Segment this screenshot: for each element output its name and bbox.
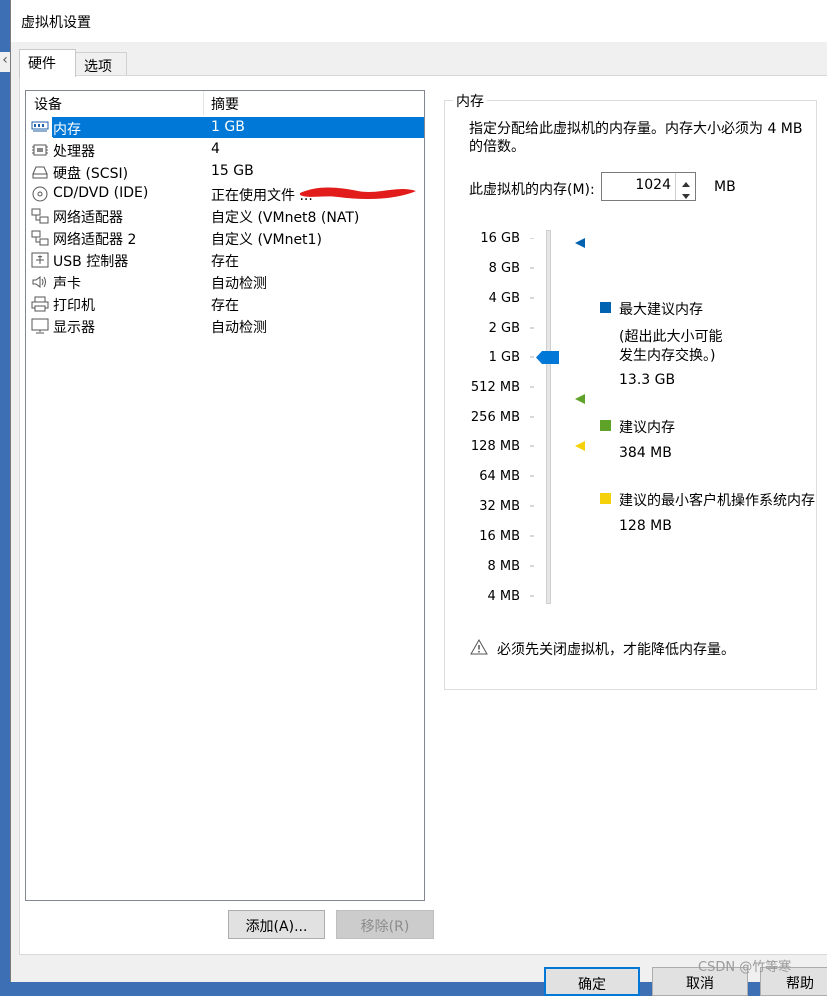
device-name: 打印机 (53, 298, 95, 314)
device-name: 显示器 (53, 320, 95, 336)
max-legend-swatch (600, 302, 611, 313)
stepper-up-icon[interactable] (681, 176, 691, 187)
scale-label: 512 MB (470, 380, 520, 395)
stepper-arrows[interactable] (675, 173, 695, 200)
device-name: CD/DVD (IDE) (53, 185, 149, 201)
device-name: 声卡 (53, 276, 81, 292)
printer-icon (31, 296, 49, 312)
memory-description-line2: 的倍数。 (469, 139, 525, 155)
scale-label: 4 MB (487, 589, 520, 604)
usb-icon (31, 252, 49, 268)
harddisk-icon (31, 164, 49, 180)
stepper-down-icon[interactable] (681, 189, 691, 199)
scale-label: 4 GB (488, 291, 520, 306)
csdn-watermark: CSDN @竹等寒 (698, 960, 792, 975)
redaction-scribble (298, 183, 418, 203)
memory-group-title: 内存 (453, 91, 487, 111)
minimum-legend-swatch (600, 493, 611, 504)
max-legend-note-line1: (超出此大小可能 (619, 329, 723, 345)
slider-ticks (530, 237, 550, 602)
scale-label: 128 MB (470, 439, 520, 454)
device-row-selected-highlight[interactable]: 内存 1 GB (52, 117, 424, 138)
memory-size-stepper[interactable]: 1024 (601, 172, 696, 201)
network-icon (31, 208, 49, 224)
device-summary: 1 GB (211, 119, 245, 135)
device-list[interactable]: 设备 摘要 内存 1 GB 处理器 4 硬盘 (SCSI) 15 GB CD/D… (25, 90, 425, 901)
device-row-harddisk[interactable]: 硬盘 (SCSI) 15 GB (26, 161, 424, 183)
tab-options-label: 选项 (84, 59, 112, 75)
device-row-cd-dvd[interactable]: CD/DVD (IDE) 正在使用文件 ... (26, 183, 424, 205)
speaker-icon (31, 274, 49, 290)
tab-hardware[interactable]: 硬件 (19, 49, 76, 77)
memory-icon (31, 120, 49, 133)
scale-label: 16 MB (479, 529, 520, 544)
device-row-network[interactable]: 网络适配器 自定义 (VMnet8 (NAT) (26, 205, 424, 227)
device-name: 网络适配器 2 (53, 232, 137, 248)
max-legend-title: 最大建议内存 (619, 302, 703, 318)
minimum-legend-value: 128 MB (619, 518, 672, 534)
scale-label: 16 GB (480, 231, 520, 246)
window-title: 虚拟机设置 (21, 15, 91, 31)
memory-slider-thumb[interactable] (536, 351, 559, 364)
scale-label: 1 GB (488, 350, 520, 365)
scale-label: 32 MB (479, 499, 520, 514)
device-summary: 自动检测 (211, 276, 267, 292)
memory-field-unit: MB (714, 179, 736, 195)
device-row-printer[interactable]: 打印机 存在 (26, 293, 424, 315)
device-row-sound[interactable]: 声卡 自动检测 (26, 271, 424, 293)
max-legend-value: 13.3 GB (619, 372, 676, 388)
monitor-icon (31, 318, 49, 334)
device-name: USB 控制器 (53, 254, 129, 270)
scale-label: 64 MB (479, 469, 520, 484)
cd-dvd-icon (31, 186, 49, 202)
memory-field-label: 此虚拟机的内存(M): (469, 182, 595, 198)
column-header-device[interactable]: 设备 (26, 91, 203, 115)
scale-label: 8 MB (487, 559, 520, 574)
scale-label: 2 GB (488, 321, 520, 336)
device-name: 内存 (53, 122, 81, 138)
scale-label: 256 MB (470, 410, 520, 425)
add-device-button[interactable]: 添加(A)... (228, 910, 325, 939)
device-summary: 存在 (211, 298, 239, 314)
network-icon (31, 230, 49, 246)
memory-size-input[interactable]: 1024 (635, 177, 671, 193)
recommended-legend-swatch (600, 420, 611, 431)
device-summary: 15 GB (211, 163, 254, 179)
tab-hardware-label: 硬件 (28, 56, 56, 72)
recommended-marker-icon (574, 393, 586, 405)
device-summary: 存在 (211, 254, 239, 270)
max-legend-note-line2: 发生内存交换。) (619, 348, 716, 364)
minimum-marker-icon (574, 440, 586, 452)
title-bar[interactable]: 虚拟机设置 (11, 0, 827, 42)
memory-description-line1: 指定分配给此虚拟机的内存量。内存大小必须为 4 MB (469, 121, 803, 137)
remove-device-button[interactable]: 移除(R) (336, 910, 434, 939)
device-summary: 自定义 (VMnet1) (211, 232, 322, 248)
recommended-legend-value: 384 MB (619, 445, 672, 461)
device-summary: 4 (211, 141, 220, 157)
warning-icon (470, 638, 488, 656)
device-name: 硬盘 (SCSI) (53, 166, 129, 182)
device-name: 网络适配器 (53, 210, 123, 226)
device-row-network-2[interactable]: 网络适配器 2 自定义 (VMnet1) (26, 227, 424, 249)
device-row-usb[interactable]: USB 控制器 存在 (26, 249, 424, 271)
device-summary: 自动检测 (211, 320, 267, 336)
device-name: 处理器 (53, 144, 95, 160)
scale-label: 8 GB (488, 261, 520, 276)
desktop-strip (0, 74, 10, 982)
device-row-cpu[interactable]: 处理器 4 (26, 139, 424, 161)
column-header-summary[interactable]: 摘要 (203, 91, 424, 115)
warning-text: 必须先关闭虚拟机，才能降低内存量。 (497, 642, 735, 658)
minimum-legend-title: 建议的最小客户机操作系统内存 (619, 493, 815, 509)
device-summary: 自定义 (VMnet8 (NAT) (211, 210, 360, 226)
cpu-icon (31, 142, 49, 158)
recommended-legend-title: 建议内存 (619, 420, 675, 436)
max-marker-icon (574, 237, 586, 249)
left-chevron-icon: ‹ (0, 52, 10, 72)
device-row-display[interactable]: 显示器 自动检测 (26, 315, 424, 337)
